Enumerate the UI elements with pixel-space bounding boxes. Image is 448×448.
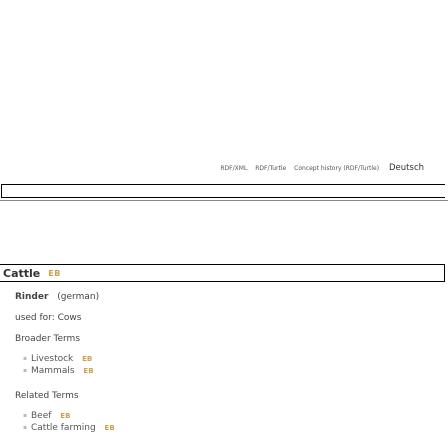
concept-title-bar: Cattle EB bbox=[0, 264, 445, 282]
divider bbox=[0, 200, 448, 201]
concept-details: Rinder (german) used for: Cows Broader T… bbox=[15, 292, 435, 448]
list-item: Livestock EB bbox=[23, 353, 435, 365]
eb-badge: EB bbox=[82, 355, 93, 363]
related-term-link[interactable]: Cattle farming bbox=[31, 423, 96, 433]
eb-badge: EB bbox=[60, 412, 71, 420]
related-terms-list: Beef EB Cattle farming EB bbox=[15, 410, 435, 434]
list-item: Beef EB bbox=[23, 410, 435, 422]
rdf-xml-link[interactable]: RDF/XML bbox=[220, 165, 247, 172]
eb-badge: EB bbox=[83, 367, 94, 375]
preferred-label-language: (german) bbox=[57, 292, 100, 302]
preferred-label: Rinder bbox=[15, 292, 49, 302]
related-term-link[interactable]: Beef bbox=[31, 411, 51, 421]
search-input[interactable] bbox=[1, 184, 445, 198]
eb-badge: EB bbox=[104, 424, 115, 432]
used-for-text: used for: Cows bbox=[15, 313, 82, 323]
broader-terms-list: Livestock EB Mammals EB bbox=[15, 353, 435, 377]
language-switch-link[interactable]: Deutsch bbox=[389, 163, 424, 173]
list-item: Mammals EB bbox=[23, 365, 435, 377]
related-terms-heading: Related Terms bbox=[15, 391, 79, 401]
rdf-turtle-link[interactable]: RDF/Turtle bbox=[255, 165, 286, 172]
page-title: Cattle bbox=[3, 266, 41, 280]
broader-term-link[interactable]: Livestock bbox=[31, 354, 73, 364]
broader-term-link[interactable]: Mammals bbox=[31, 366, 75, 376]
broader-terms-heading: Broader Terms bbox=[15, 334, 81, 344]
list-item: Cattle farming EB bbox=[23, 422, 435, 434]
preferred-label-row: Rinder (german) bbox=[15, 292, 435, 302]
concept-history-link[interactable]: Concept history (RDF/Turtle) bbox=[294, 165, 379, 172]
top-nav: RDF/XML RDF/Turtle Concept history (RDF/… bbox=[0, 163, 448, 173]
eb-badge: EB bbox=[48, 268, 61, 278]
